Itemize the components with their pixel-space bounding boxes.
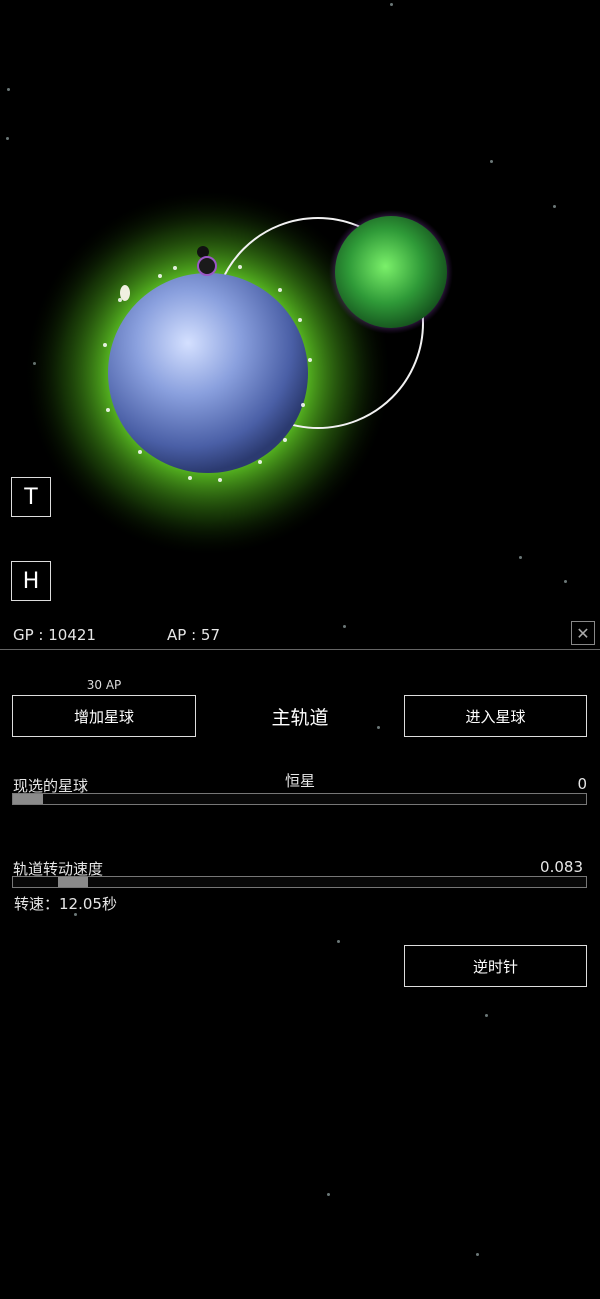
h-button[interactable]: H: [11, 561, 51, 601]
add-planet-button[interactable]: 增加星球: [12, 695, 196, 737]
creature-body[interactable]: [197, 256, 217, 276]
add-planet-cost: 30 AP: [86, 678, 122, 692]
slider-thumb[interactable]: [13, 794, 43, 804]
star: [327, 1193, 330, 1196]
selected-planet-slider[interactable]: [12, 793, 587, 805]
rotation-period-label: 转速：12.05秒: [14, 895, 117, 913]
star: [343, 625, 346, 628]
moon-crescent: [120, 285, 130, 301]
direction-button[interactable]: 逆时针: [404, 945, 587, 987]
planet-scene: [26, 191, 453, 555]
ap-counter: AP : 57: [167, 626, 220, 644]
gp-counter: GP : 10421: [13, 626, 96, 644]
close-icon[interactable]: ✕: [571, 621, 595, 645]
orbit-speed-value: 0.083: [540, 858, 583, 876]
star: [337, 940, 340, 943]
divider: [0, 649, 600, 650]
selected-planet-name: 恒星: [284, 772, 315, 790]
orbit-title: 主轨道: [271, 707, 329, 729]
green-planet[interactable]: [335, 216, 447, 328]
star: [476, 1253, 479, 1256]
selected-planet-value: 0: [577, 775, 587, 793]
orbit-speed-slider[interactable]: [12, 876, 587, 888]
star: [485, 1014, 488, 1017]
t-button[interactable]: T: [11, 477, 51, 517]
blue-planet[interactable]: [108, 273, 308, 473]
slider-thumb[interactable]: [58, 877, 88, 887]
enter-planet-button[interactable]: 进入星球: [404, 695, 587, 737]
